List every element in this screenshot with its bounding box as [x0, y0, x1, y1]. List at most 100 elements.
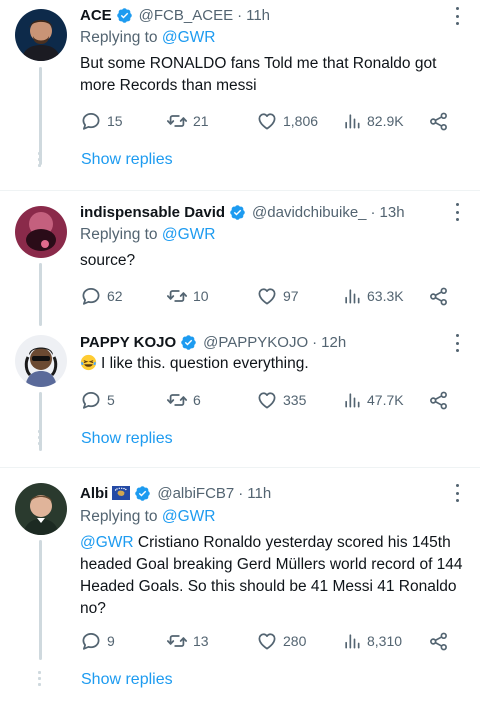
views-icon [342, 286, 362, 306]
retweet-button[interactable]: 13 [166, 629, 209, 653]
replying-to-mention[interactable]: @GWR [162, 29, 216, 46]
views-icon [342, 111, 362, 131]
like-count: 280 [283, 633, 307, 649]
more-replies-indicator [38, 430, 42, 445]
show-replies-link[interactable]: Show replies [81, 151, 173, 169]
retweet-button[interactable]: 10 [166, 284, 209, 308]
retweet-icon [166, 285, 188, 307]
replying-to-mention[interactable]: @GWR [162, 226, 216, 243]
more-options-icon[interactable] [454, 484, 460, 502]
like-button[interactable]: 280 [256, 629, 306, 653]
reply-count: 9 [107, 633, 115, 649]
retweet-count: 21 [193, 113, 209, 129]
replying-to: Replying to @GWR [80, 29, 215, 47]
display-name[interactable]: Albi [80, 485, 108, 502]
like-button[interactable]: 335 [256, 388, 306, 412]
action-bar: 62 10 97 63.3K [80, 284, 460, 308]
separator-dot: · [238, 484, 244, 502]
display-name[interactable]: ACE [80, 7, 112, 24]
share-button[interactable] [428, 284, 449, 308]
user-handle[interactable]: @FCB_ACEE [139, 7, 233, 24]
more-replies-indicator [38, 152, 42, 167]
action-bar: 15 21 1,806 82.9K [80, 109, 460, 133]
thread-line [39, 67, 42, 165]
reply-count: 15 [107, 113, 123, 129]
tweet-text: source? [80, 252, 136, 269]
reply-button[interactable]: 62 [80, 284, 123, 308]
tweet-text-body: I like this. question everything. [101, 355, 309, 372]
retweet-button[interactable]: 6 [166, 388, 201, 412]
heart-icon [256, 630, 278, 652]
like-button[interactable]: 1,806 [256, 109, 318, 133]
view-count: 63.3K [367, 288, 404, 304]
timestamp[interactable]: 11h [246, 7, 270, 24]
more-replies-indicator [38, 671, 42, 686]
tweet-david[interactable]: indispensable David @davidchibuike_ · 13… [0, 191, 480, 326]
like-count: 1,806 [283, 113, 319, 129]
show-replies-link[interactable]: Show replies [81, 430, 173, 448]
retweet-icon [166, 630, 188, 652]
like-count: 97 [283, 288, 299, 304]
views-icon [342, 631, 362, 651]
tweet-albi[interactable]: Albi @albiFCB7 · 11h Replying to @GWR @G… [0, 468, 480, 701]
views-button[interactable]: 47.7K [342, 388, 404, 412]
user-handle[interactable]: @albiFCB7 [157, 485, 234, 502]
heart-icon [256, 110, 278, 132]
avatar[interactable] [15, 9, 67, 61]
more-options-icon[interactable] [454, 334, 460, 352]
tweet-text-mention[interactable]: @GWR [80, 534, 134, 551]
more-options-icon[interactable] [454, 203, 460, 221]
avatar[interactable] [15, 483, 67, 535]
reply-button[interactable]: 5 [80, 388, 115, 412]
retweet-count: 10 [193, 288, 209, 304]
tweet-header: Albi @albiFCB7 · 11h [80, 482, 271, 504]
share-button[interactable] [428, 388, 449, 412]
tweet-header: ACE @FCB_ACEE · 11h [80, 4, 270, 26]
reply-button[interactable]: 9 [80, 629, 115, 653]
views-button[interactable]: 8,310 [342, 629, 402, 653]
replying-to: Replying to @GWR [80, 508, 215, 526]
replying-to-mention[interactable]: @GWR [162, 508, 216, 525]
tweet-ace[interactable]: ACE @FCB_ACEE · 11h Replying to @GWR But… [0, 0, 480, 190]
thread-line [39, 263, 42, 326]
views-icon [342, 390, 362, 410]
laughing-with-tears-emoji-icon [80, 354, 97, 371]
kosovo-flag-icon [112, 486, 131, 500]
retweet-button[interactable]: 21 [166, 109, 209, 133]
verified-badge-icon [134, 485, 151, 502]
avatar[interactable] [15, 335, 67, 387]
replying-to: Replying to @GWR [80, 226, 215, 244]
tweet-text: But some RONALDO fans Told me that Ronal… [80, 55, 437, 94]
share-icon [428, 631, 449, 652]
action-bar: 5 6 335 47.7K [80, 388, 460, 412]
reply-icon [80, 630, 102, 652]
reply-count: 5 [107, 392, 115, 408]
timestamp[interactable]: 13h [380, 204, 405, 221]
timestamp[interactable]: 12h [321, 334, 346, 351]
tweet-header: PAPPY KOJO @PAPPYKOJO · 12h [80, 331, 346, 353]
share-button[interactable] [428, 109, 449, 133]
verified-badge-icon [180, 334, 197, 351]
separator-dot: · [237, 6, 243, 24]
views-button[interactable]: 63.3K [342, 284, 404, 308]
like-button[interactable]: 97 [256, 284, 299, 308]
timestamp[interactable]: 11h [247, 485, 271, 502]
display-name[interactable]: indispensable David [80, 204, 225, 221]
show-replies-link[interactable]: Show replies [81, 671, 173, 689]
share-button[interactable] [428, 629, 449, 653]
verified-badge-icon [229, 204, 246, 221]
tweet-text-body: Cristiano Ronaldo yesterday scored his 1… [80, 534, 463, 617]
tweet-pappy-kojo[interactable]: PAPPY KOJO @PAPPYKOJO · 12h I like this.… [0, 326, 480, 467]
avatar[interactable] [15, 206, 67, 258]
reply-button[interactable]: 15 [80, 109, 123, 133]
user-handle[interactable]: @PAPPYKOJO [203, 334, 308, 351]
user-handle[interactable]: @davidchibuike_ [252, 204, 366, 221]
views-button[interactable]: 82.9K [342, 109, 404, 133]
like-count: 335 [283, 392, 307, 408]
reply-icon [80, 110, 102, 132]
retweet-icon [166, 389, 188, 411]
display-name[interactable]: PAPPY KOJO [80, 334, 176, 351]
heart-icon [256, 389, 278, 411]
more-options-icon[interactable] [454, 7, 460, 25]
retweet-count: 13 [193, 633, 209, 649]
